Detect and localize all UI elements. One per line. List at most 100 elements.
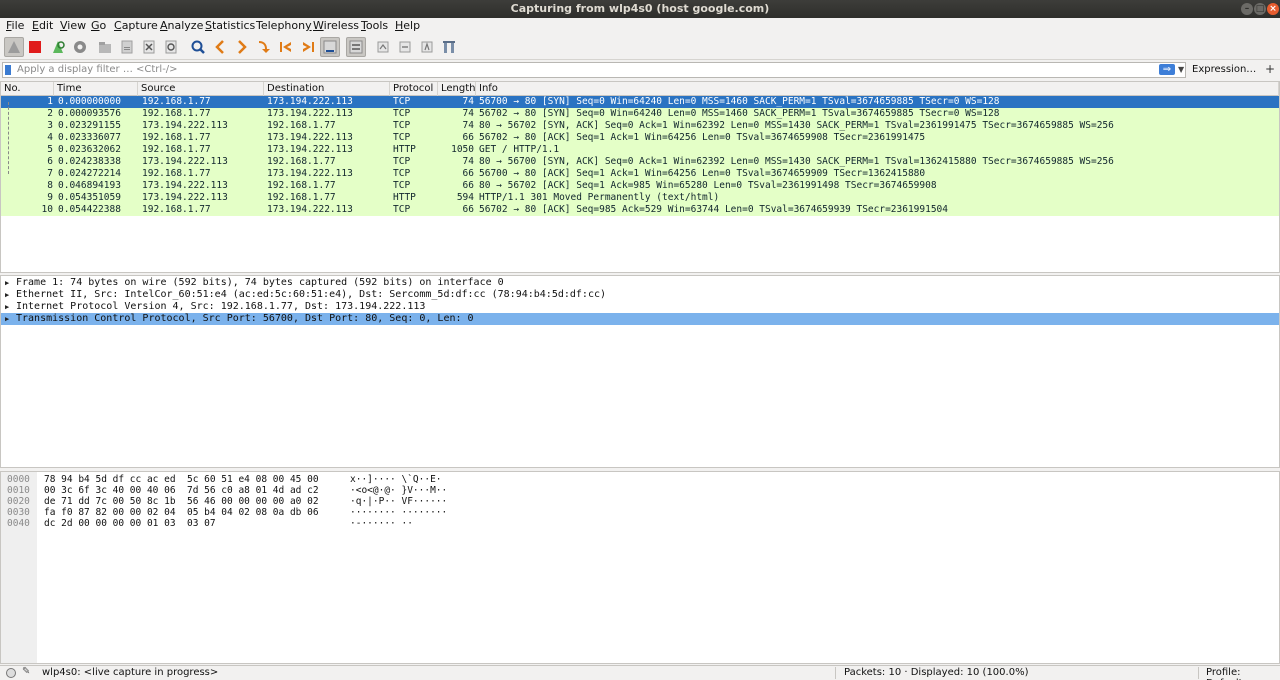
packet-row[interactable]: 2 0.000093576 192.168.1.77 173.194.222.113 T… [1, 108, 1279, 120]
expand-arrow-icon[interactable]: ▶ [5, 301, 9, 313]
menu-item[interactable]: Capture [114, 19, 158, 32]
menu-item[interactable]: Statistics [205, 19, 255, 32]
column-header[interactable]: No. [1, 82, 54, 96]
packet-bytes-pane[interactable]: 0000 78 94 b4 5d df cc ac ed 5c 60 51 e4 … [0, 471, 1280, 664]
go-first-icon[interactable] [276, 37, 296, 57]
colorize-icon[interactable] [346, 37, 366, 57]
menu-item[interactable]: Telephony [256, 19, 312, 32]
packet-row[interactable]: 5 0.023632062 192.168.1.77 173.194.222.113 H… [1, 144, 1279, 156]
hex-dump-row[interactable]: 0020 de 71 dd 7c 00 50 8c 1b 56 46 00 00 … [1, 496, 1279, 507]
packet-cell-len: 1050 [451, 144, 474, 155]
packet-cell-proto: TCP [393, 180, 411, 191]
packet-cell-src: 192.168.1.77 [142, 108, 211, 119]
capture-comment-icon[interactable]: ✎ [22, 666, 30, 677]
normal-size-icon[interactable] [417, 37, 437, 57]
capture-options-icon[interactable] [70, 37, 90, 57]
packet-row[interactable]: 7 0.024272214 192.168.1.77 173.194.222.113 T… [1, 168, 1279, 180]
packet-row[interactable]: 6 0.024238338 173.194.222.113 192.168.1.77 T… [1, 156, 1279, 168]
menu-item[interactable]: Analyze [160, 19, 203, 32]
menu-item[interactable]: Help [395, 19, 420, 32]
detail-text: Transmission Control Protocol, Src Port:… [16, 313, 474, 324]
apply-filter-arrow-icon[interactable]: ⇒ [1159, 64, 1175, 75]
expand-arrow-icon[interactable]: ▶ [5, 289, 9, 301]
zoom-in-icon[interactable] [373, 37, 393, 57]
menu-item[interactable]: View [60, 19, 86, 32]
profile-selector[interactable]: Profile: Default [1206, 667, 1280, 680]
go-last-icon[interactable] [298, 37, 318, 57]
packet-row[interactable]: 9 0.054351059 173.194.222.113 192.168.1.77 H… [1, 192, 1279, 204]
packet-cell-dst: 192.168.1.77 [267, 180, 336, 191]
close-window-button[interactable]: × [1267, 3, 1279, 15]
column-header[interactable]: Destination [264, 82, 390, 96]
expand-arrow-icon[interactable]: ▶ [5, 313, 9, 325]
find-packet-icon[interactable] [188, 37, 208, 57]
ascii-bytes: ·q·|·P·· VF······ [350, 496, 448, 507]
packet-cell-src: 192.168.1.77 [142, 96, 211, 107]
column-header[interactable]: Source [138, 82, 264, 96]
reload-icon[interactable] [161, 37, 181, 57]
packet-details-pane[interactable]: ▶ Frame 1: 74 bytes on wire (592 bits), 7… [0, 275, 1280, 468]
packet-list-pane[interactable]: No. Time Source Destination Protocol Length In… [0, 81, 1280, 273]
packet-row[interactable]: 10 0.054422388 192.168.1.77 173.194.222.113… [1, 204, 1279, 216]
detail-tree-item[interactable]: ▶ Ethernet II, Src: IntelCor_60:51:e4 (ac… [1, 289, 1279, 301]
packet-cell-info: 56702 → 80 [SYN] Seq=0 Win=64240 Len=0 M… [479, 108, 1000, 119]
hex-dump-row[interactable]: 0030 fa f0 87 82 00 00 02 04 05 b4 04 02 … [1, 507, 1279, 518]
status-separator [1198, 667, 1199, 679]
maximize-button[interactable]: □ [1254, 3, 1266, 15]
go-back-icon[interactable] [210, 37, 230, 57]
expert-info-icon[interactable] [6, 668, 16, 678]
hex-dump-row[interactable]: 0000 78 94 b4 5d df cc ac ed 5c 60 51 e4 … [1, 474, 1279, 485]
detail-tree-item[interactable]: ▶ Frame 1: 74 bytes on wire (592 bits), 7… [1, 277, 1279, 289]
byte-offset: 0020 [7, 496, 30, 507]
packet-cell-no: 7 [47, 168, 53, 179]
packet-cell-time: 0.024238338 [58, 156, 121, 167]
menu-item[interactable]: Edit [32, 19, 53, 32]
hex-dump-row[interactable]: 0010 00 3c 6f 3c 40 00 40 06 7d 56 c0 a8 … [1, 485, 1279, 496]
display-filter-input[interactable]: Apply a display filter … <Ctrl-/> [2, 62, 1186, 78]
go-forward-icon[interactable] [232, 37, 252, 57]
minimize-button[interactable]: – [1241, 3, 1253, 15]
autoscroll-icon[interactable] [320, 37, 340, 57]
add-filter-button[interactable]: + [1265, 62, 1275, 76]
packet-cell-info: 56702 → 80 [ACK] Seq=985 Ack=529 Win=637… [479, 204, 948, 215]
column-header[interactable]: Time [54, 82, 138, 96]
packet-cell-info: 80 → 56700 [SYN, ACK] Seq=0 Ack=1 Win=62… [479, 156, 1114, 167]
packet-cell-proto: TCP [393, 120, 411, 131]
packet-row[interactable]: 8 0.046894193 173.194.222.113 192.168.1.77 T… [1, 180, 1279, 192]
expand-arrow-icon[interactable]: ▶ [5, 277, 9, 289]
filter-history-dropdown-icon[interactable]: ▼ [1178, 65, 1184, 74]
packet-row[interactable]: 1 0.000000000 192.168.1.77 173.194.222.113 T… [1, 96, 1279, 108]
packet-cell-no: 3 [47, 120, 53, 131]
resize-columns-icon[interactable] [439, 37, 459, 57]
zoom-out-icon[interactable] [395, 37, 415, 57]
menu-item[interactable]: Wireless [313, 19, 359, 32]
hex-dump-row[interactable]: 0040 dc 2d 00 00 00 00 01 03 03 07 ·-·····… [1, 518, 1279, 529]
packet-count-text: Packets: 10 · Displayed: 10 (100.0%) [844, 667, 1029, 678]
menu-item[interactable]: File [6, 19, 24, 32]
packet-row[interactable]: 4 0.023336077 192.168.1.77 173.194.222.113 T… [1, 132, 1279, 144]
column-header[interactable]: Protocol [390, 82, 438, 96]
column-header[interactable]: Length [438, 82, 476, 96]
column-header[interactable]: Info [476, 82, 1279, 96]
packet-row[interactable]: 3 0.023291155 173.194.222.113 192.168.1.77 T… [1, 120, 1279, 132]
detail-tree-item[interactable]: ▶ Internet Protocol Version 4, Src: 192.1… [1, 301, 1279, 313]
save-file-icon[interactable] [117, 37, 137, 57]
packet-cell-dst: 192.168.1.77 [267, 192, 336, 203]
close-file-icon[interactable] [139, 37, 159, 57]
menu-item[interactable]: Tools [361, 19, 388, 32]
stop-icon[interactable] [25, 37, 45, 57]
packet-cell-info: 56702 → 80 [ACK] Seq=1 Ack=1 Win=64256 L… [479, 132, 926, 143]
go-to-packet-icon[interactable] [254, 37, 274, 57]
status-separator [835, 667, 836, 679]
packet-cell-no: 4 [47, 132, 53, 143]
filter-bookmark-icon[interactable] [5, 65, 11, 75]
detail-tree-item[interactable]: ▶ Transmission Control Protocol, Src Port… [1, 313, 1279, 325]
packet-cell-proto: TCP [393, 204, 411, 215]
open-file-icon[interactable] [95, 37, 115, 57]
menu-item[interactable]: Go [91, 19, 106, 32]
detail-text: Ethernet II, Src: IntelCor_60:51:e4 (ac:… [16, 289, 607, 300]
shark-fin-start-icon[interactable] [4, 37, 24, 57]
expression-button[interactable]: Expression… [1192, 64, 1256, 75]
restart-icon[interactable] [48, 37, 68, 57]
byte-offset: 0010 [7, 485, 30, 496]
